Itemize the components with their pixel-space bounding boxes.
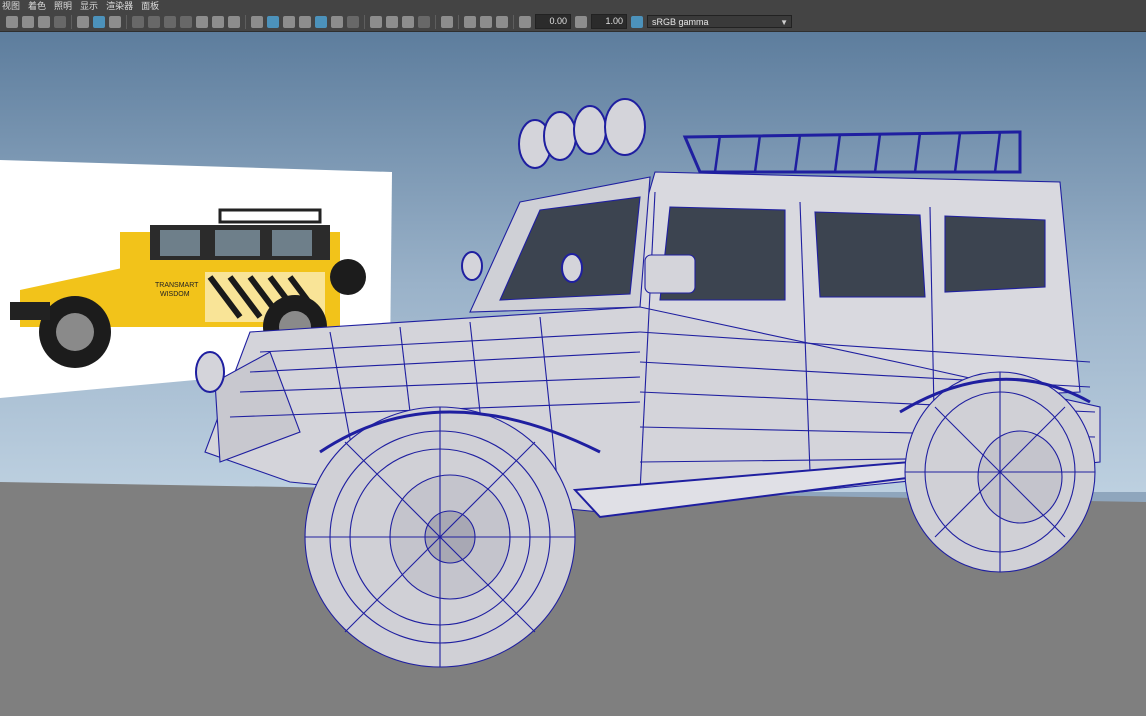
viewport-canvas: TRANSMART WISDOM [0, 32, 1146, 716]
shadows-icon[interactable] [347, 15, 359, 28]
xray-active-icon[interactable] [480, 15, 492, 28]
smooth-shade-icon[interactable] [267, 15, 279, 28]
svg-text:WISDOM: WISDOM [160, 291, 190, 298]
lights-icon[interactable] [331, 15, 343, 28]
separator [71, 14, 72, 29]
menu-shading[interactable]: 着色 [28, 0, 46, 12]
separator [126, 14, 127, 29]
view-transform-select[interactable]: sRGB gamma ▼ [647, 15, 792, 28]
3d-viewport[interactable]: TRANSMART WISDOM [0, 32, 1146, 716]
separator [458, 14, 459, 29]
isolate-icon[interactable] [228, 15, 240, 28]
resolution-gate-icon[interactable] [148, 15, 160, 28]
field-chart-icon[interactable] [180, 15, 192, 28]
separator [513, 14, 514, 29]
isolate-select-icon[interactable] [441, 15, 453, 28]
menu-show[interactable]: 显示 [80, 0, 98, 12]
menu-lighting[interactable]: 照明 [54, 0, 72, 12]
xray-joints-icon[interactable] [464, 15, 476, 28]
xray-icon[interactable] [299, 15, 311, 28]
select-camera-icon[interactable] [6, 15, 18, 28]
motion-blur-icon[interactable] [386, 15, 398, 28]
grid-icon[interactable] [109, 15, 121, 28]
ambient-occlusion-icon[interactable] [370, 15, 382, 28]
view-transform-value: sRGB gamma [652, 17, 709, 27]
separator [245, 14, 246, 29]
wireframe-icon[interactable] [251, 15, 263, 28]
wireframe-on-shaded-icon[interactable] [315, 15, 327, 28]
color-management-icon[interactable] [631, 15, 643, 28]
reference-caption: TRANSMART [155, 282, 199, 289]
safe-title-icon[interactable] [212, 15, 224, 28]
menu-bar: 视图 着色 照明 显示 渲染器 面板 [0, 0, 1146, 12]
chevron-down-icon: ▼ [780, 18, 788, 27]
grease-pencil-icon[interactable] [93, 15, 105, 28]
film-gate-icon[interactable] [132, 15, 144, 28]
menu-panels[interactable]: 面板 [141, 0, 159, 12]
anti-aliasing-icon[interactable] [402, 15, 414, 28]
image-plane-icon[interactable] [54, 15, 66, 28]
depth-of-field-icon[interactable] [418, 15, 430, 28]
separator [435, 14, 436, 29]
separator [364, 14, 365, 29]
camera-attributes-icon[interactable] [22, 15, 34, 28]
gate-mask-icon[interactable] [164, 15, 176, 28]
exposure-field[interactable]: 0.00 [535, 14, 571, 29]
2d-pan-icon[interactable] [77, 15, 89, 28]
backface-culling-icon[interactable] [496, 15, 508, 28]
default-material-icon[interactable] [283, 15, 295, 28]
safe-action-icon[interactable] [196, 15, 208, 28]
menu-renderer[interactable]: 渲染器 [106, 0, 133, 12]
front-wheel [304, 406, 576, 668]
bookmark-icon[interactable] [38, 15, 50, 28]
rear-wheel [904, 371, 1096, 573]
exposure-icon[interactable] [519, 15, 531, 28]
gamma-field[interactable]: 1.00 [591, 14, 627, 29]
gamma-icon[interactable] [575, 15, 587, 28]
viewport-toolbar: 0.00 1.00 sRGB gamma ▼ [0, 12, 1146, 32]
menu-view[interactable]: 视图 [2, 0, 20, 12]
